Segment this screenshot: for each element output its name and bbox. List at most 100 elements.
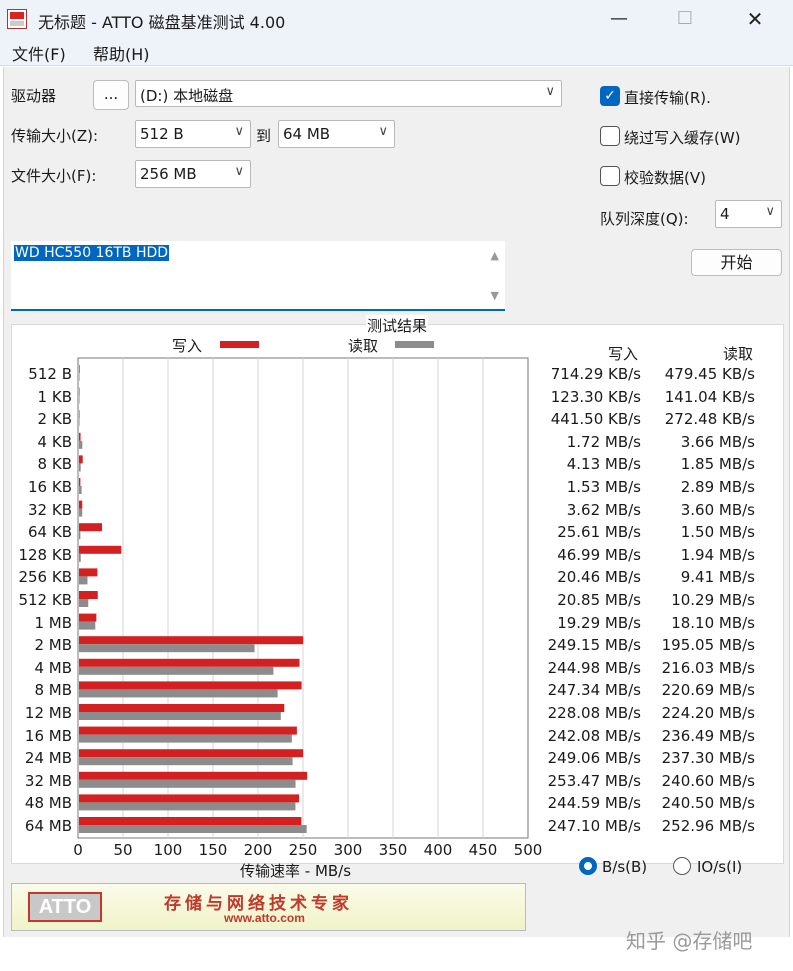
write-rate-value: 19.29 MB/s bbox=[557, 613, 641, 632]
read-rate-value: 195.05 MB/s bbox=[661, 636, 755, 655]
write-rate-value: 25.61 MB/s bbox=[557, 523, 641, 542]
write-rate-value: 247.10 MB/s bbox=[547, 817, 641, 835]
x-tick-label: 50 bbox=[113, 841, 132, 859]
x-tick-label: 100 bbox=[154, 841, 183, 859]
write-rate-value: 20.46 MB/s bbox=[557, 568, 641, 587]
transfer-size-row-label: 16 MB bbox=[24, 726, 72, 745]
read-bar bbox=[79, 440, 83, 449]
read-rate-value: 18.10 MB/s bbox=[671, 613, 755, 632]
read-bar bbox=[79, 508, 83, 517]
write-bar bbox=[79, 387, 80, 396]
x-tick-label: 200 bbox=[244, 841, 273, 859]
transfer-size-row-label: 1 MB bbox=[34, 613, 72, 632]
transfer-size-row-label: 16 KB bbox=[28, 478, 72, 496]
write-bar bbox=[79, 726, 297, 735]
write-bar bbox=[79, 658, 300, 667]
write-bar bbox=[79, 817, 302, 825]
x-tick-label: 400 bbox=[424, 841, 453, 859]
read-rate-value: 240.50 MB/s bbox=[661, 794, 755, 813]
write-bar bbox=[79, 568, 98, 577]
transfer-size-row-label: 2 KB bbox=[37, 410, 72, 429]
transfer-size-row-label: 48 MB bbox=[24, 794, 72, 813]
x-tick-label: 300 bbox=[334, 841, 363, 859]
write-bar bbox=[79, 523, 103, 532]
write-rate-value: 249.15 MB/s bbox=[547, 636, 641, 655]
write-rate-value: 441.50 KB/s bbox=[550, 410, 641, 429]
x-tick-label: 150 bbox=[199, 841, 228, 859]
read-bar bbox=[79, 825, 307, 833]
read-rate-value: 479.45 KB/s bbox=[664, 365, 755, 383]
write-rate-value: 249.06 MB/s bbox=[547, 749, 641, 768]
read-bar bbox=[79, 599, 89, 607]
read-bar bbox=[79, 553, 81, 562]
transfer-size-row-label: 1 KB bbox=[37, 387, 72, 406]
read-rate-value: 237.30 MB/s bbox=[661, 749, 755, 768]
transfer-size-row-label: 512 B bbox=[28, 365, 72, 383]
io-per-sec-radio[interactable] bbox=[673, 857, 691, 875]
write-bar bbox=[79, 771, 308, 780]
read-rate-value: 10.29 MB/s bbox=[671, 591, 755, 609]
write-rate-value: 242.08 MB/s bbox=[547, 726, 641, 745]
transfer-size-row-label: 12 MB bbox=[24, 704, 72, 722]
read-bar bbox=[79, 666, 274, 675]
read-rate-value: 236.49 MB/s bbox=[661, 726, 755, 745]
transfer-size-row-label: 4 MB bbox=[34, 658, 72, 677]
write-bar bbox=[79, 478, 81, 486]
read-bar bbox=[79, 712, 281, 720]
read-rate-value: 141.04 KB/s bbox=[664, 387, 755, 406]
write-rate-value: 20.85 MB/s bbox=[557, 591, 641, 609]
transfer-size-row-label: 128 KB bbox=[18, 545, 72, 564]
write-rate-value: 253.47 MB/s bbox=[547, 771, 641, 790]
write-rate-value: 3.62 MB/s bbox=[566, 500, 641, 519]
write-rate-value: 247.34 MB/s bbox=[547, 681, 641, 700]
x-tick-label: 500 bbox=[514, 841, 543, 859]
atto-logo: ATTO bbox=[28, 892, 102, 922]
read-bar bbox=[79, 373, 80, 381]
read-bar bbox=[79, 576, 88, 585]
write-bar bbox=[79, 545, 122, 554]
transfer-size-row-label: 32 MB bbox=[24, 771, 72, 790]
transfer-size-row-label: 256 KB bbox=[18, 568, 72, 587]
read-rate-value: 252.96 MB/s bbox=[661, 817, 755, 835]
read-rate-value: 224.20 MB/s bbox=[661, 704, 755, 722]
read-rate-value: 3.66 MB/s bbox=[680, 432, 755, 451]
write-bar bbox=[79, 704, 285, 712]
write-bar bbox=[79, 365, 80, 373]
read-bar bbox=[79, 463, 81, 472]
write-bar bbox=[79, 432, 81, 441]
transfer-size-row-label: 2 MB bbox=[34, 636, 72, 655]
transfer-size-row-label: 8 MB bbox=[34, 681, 72, 700]
write-rate-value: 244.98 MB/s bbox=[547, 658, 641, 677]
transfer-size-row-label: 4 KB bbox=[37, 432, 72, 451]
read-bar bbox=[79, 802, 296, 811]
read-rate-value: 1.85 MB/s bbox=[680, 455, 755, 474]
read-bar bbox=[79, 734, 292, 743]
x-tick-label: 250 bbox=[289, 841, 318, 859]
banner-url[interactable]: www.atto.com bbox=[224, 911, 305, 925]
x-axis-label: 传输速率 - MB/s bbox=[240, 862, 352, 880]
x-tick-label: 350 bbox=[379, 841, 408, 859]
read-rate-value: 1.94 MB/s bbox=[680, 545, 755, 564]
read-bar bbox=[79, 395, 80, 404]
bytes-per-sec-radio[interactable] bbox=[579, 857, 597, 875]
transfer-size-row-label: 32 KB bbox=[28, 500, 72, 519]
watermark: 知乎 @存储吧 bbox=[626, 929, 753, 953]
write-rate-value: 4.13 MB/s bbox=[566, 455, 641, 474]
read-rate-value: 216.03 MB/s bbox=[661, 658, 755, 677]
x-tick-label: 0 bbox=[73, 841, 83, 859]
read-rate-value: 240.60 MB/s bbox=[661, 771, 755, 790]
io-per-sec-label: IO/s(I) bbox=[697, 858, 743, 876]
read-rate-value: 2.89 MB/s bbox=[680, 478, 755, 496]
atto-banner[interactable]: ATTO 存储与网络技术专家 www.atto.com bbox=[11, 883, 526, 931]
read-rate-value: 272.48 KB/s bbox=[664, 410, 755, 429]
read-rate-value: 220.69 MB/s bbox=[661, 681, 755, 700]
x-tick-label: 450 bbox=[469, 841, 498, 859]
read-rate-value: 3.60 MB/s bbox=[680, 500, 755, 519]
read-rate-value: 1.50 MB/s bbox=[680, 523, 755, 542]
write-rate-value: 1.53 MB/s bbox=[566, 478, 641, 496]
transfer-size-row-label: 24 MB bbox=[24, 749, 72, 768]
write-rate-value: 714.29 KB/s bbox=[550, 365, 641, 383]
write-bar bbox=[79, 794, 300, 803]
write-bar bbox=[79, 591, 98, 599]
read-bar bbox=[79, 531, 81, 540]
